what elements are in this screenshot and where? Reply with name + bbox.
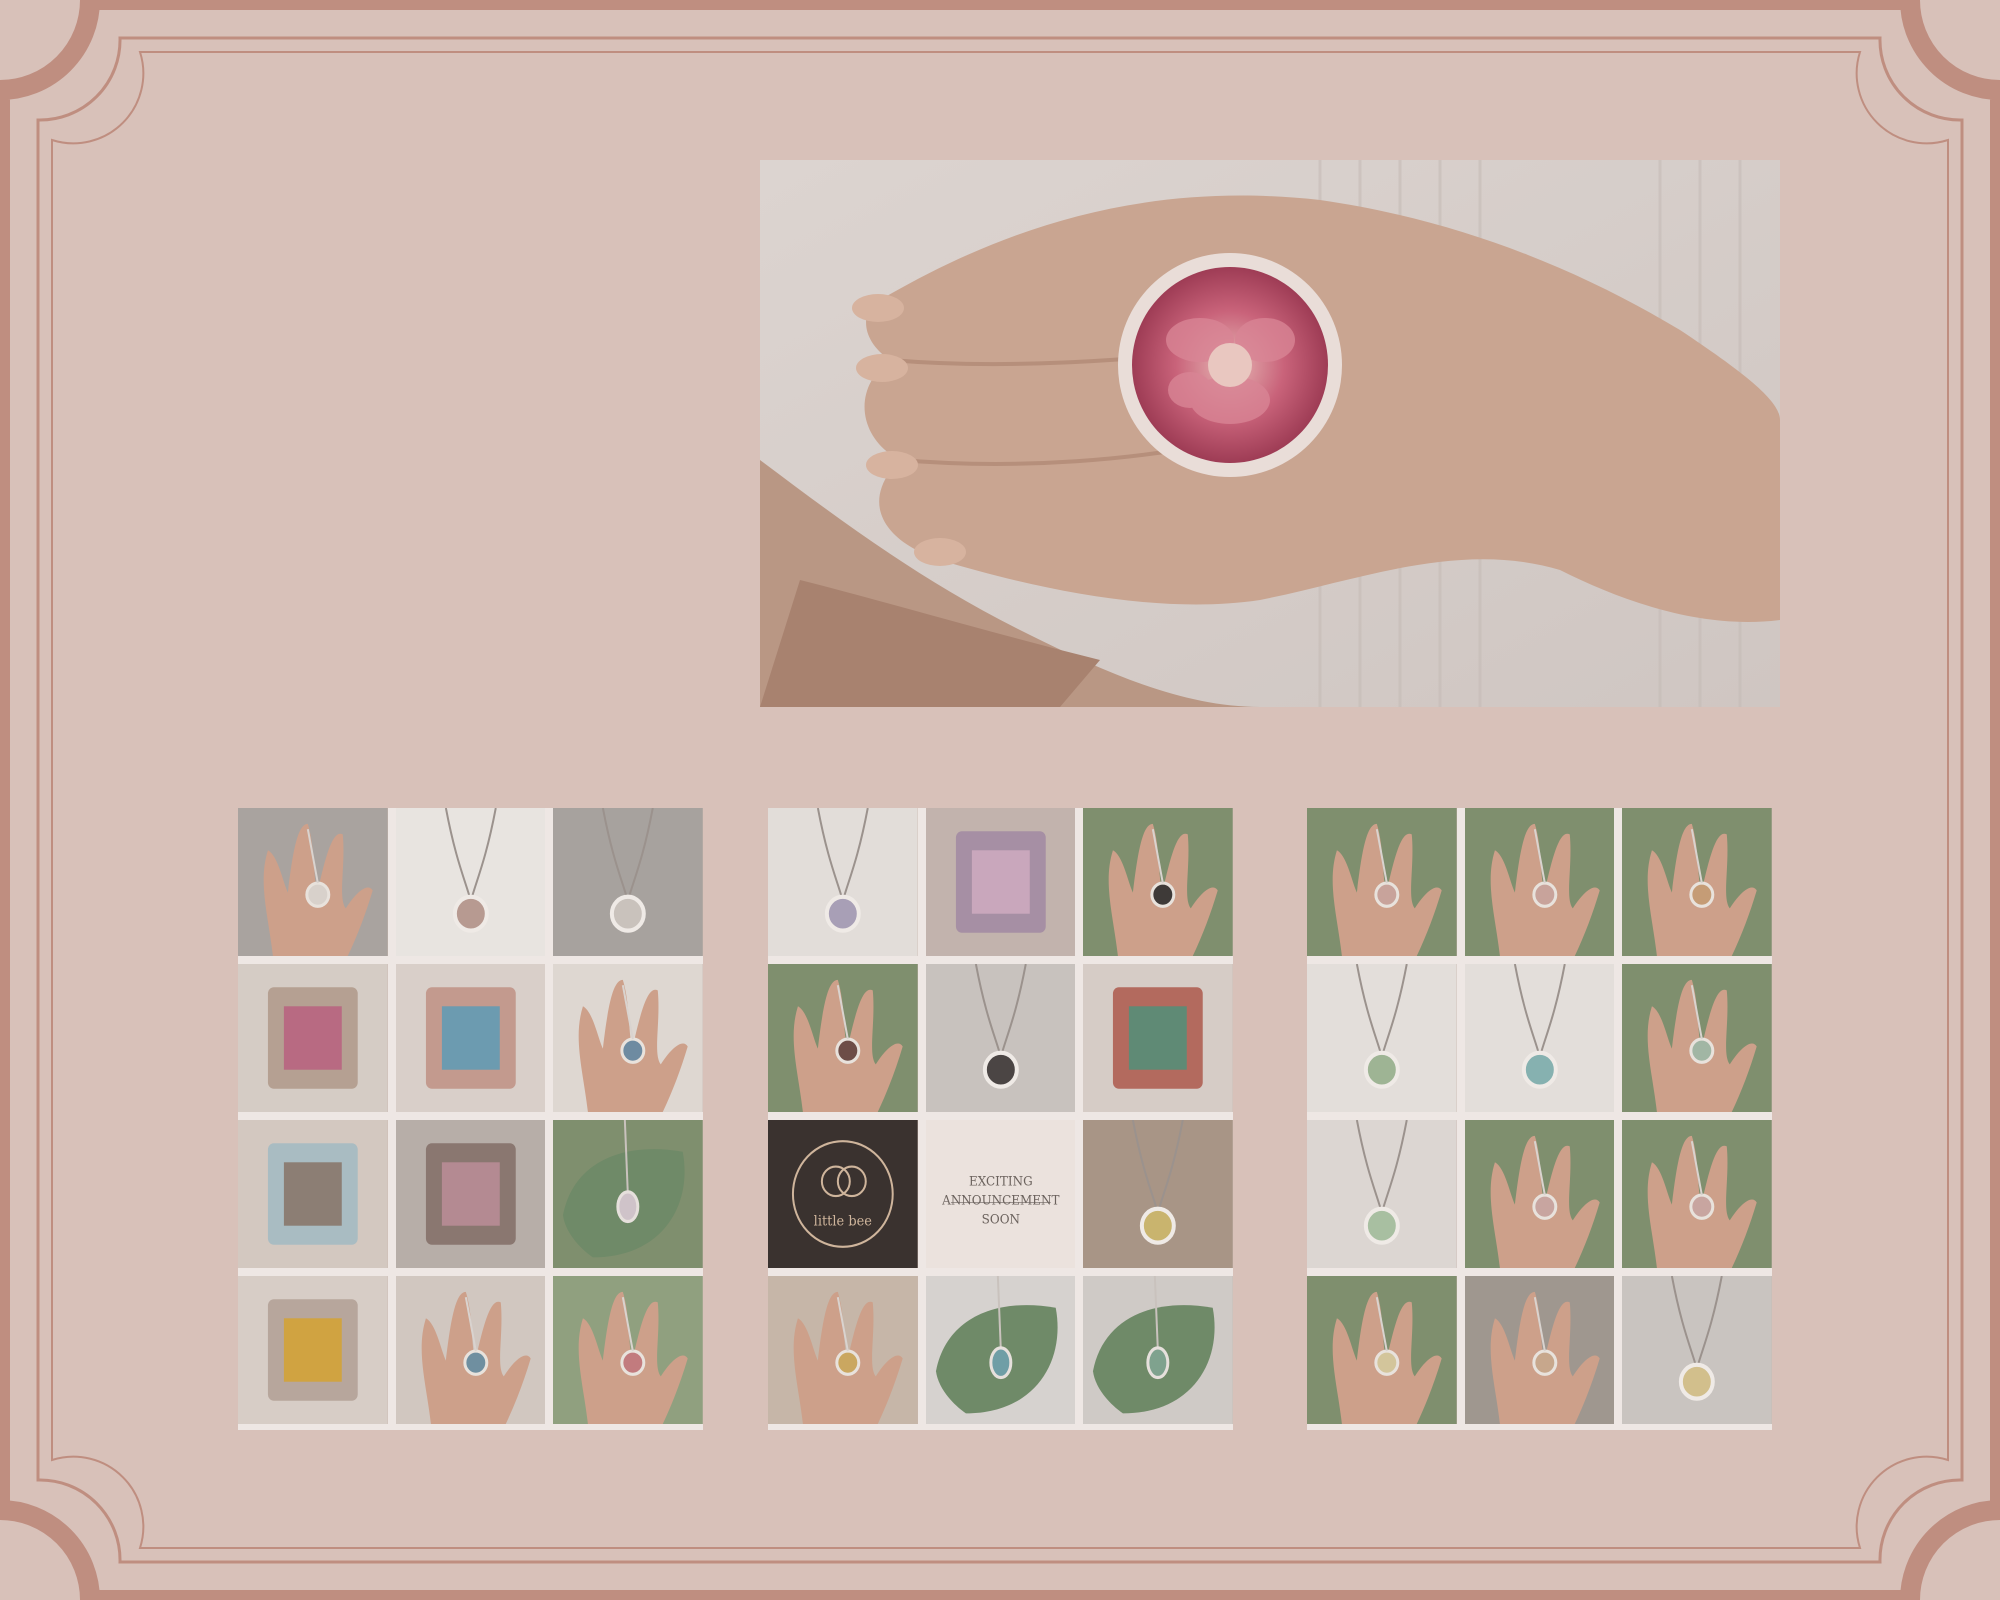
product-photo bbox=[238, 1276, 388, 1424]
product-photo-tile bbox=[1307, 964, 1457, 1112]
product-photo-tile: little bee bbox=[768, 1120, 918, 1268]
product-photo bbox=[1464, 964, 1615, 1112]
product-photo bbox=[1622, 1120, 1772, 1268]
product-photo-tile bbox=[395, 1276, 546, 1424]
product-photo-tile bbox=[1622, 1120, 1772, 1268]
product-photo-tile bbox=[1307, 808, 1457, 956]
product-photo-tile bbox=[1083, 1276, 1233, 1424]
product-photo bbox=[925, 964, 1076, 1112]
product-photo-tile bbox=[925, 964, 1076, 1112]
product-photo-tile bbox=[553, 964, 703, 1112]
product-photo-tile bbox=[1622, 1276, 1772, 1424]
product-photo-tile bbox=[768, 808, 918, 956]
product-photo bbox=[553, 1276, 703, 1424]
jewelry-grid-left bbox=[238, 808, 703, 1430]
product-photo-tile bbox=[238, 1276, 388, 1424]
product-photo-tile bbox=[1083, 964, 1233, 1112]
product-photo-tile: EXCITING ANNOUNCEMENT SOON bbox=[925, 1120, 1076, 1268]
product-photo-tile bbox=[1083, 808, 1233, 956]
product-photo-tile bbox=[238, 1120, 388, 1268]
product-photo-tile bbox=[1464, 1120, 1615, 1268]
product-photo bbox=[768, 1276, 918, 1424]
product-photo bbox=[768, 808, 918, 956]
product-photo bbox=[1083, 1276, 1233, 1424]
product-photo bbox=[1307, 808, 1457, 956]
announcement-text-line: SOON bbox=[981, 1212, 1019, 1226]
product-photo-tile bbox=[1307, 1276, 1457, 1424]
product-photo bbox=[1622, 964, 1772, 1112]
product-photo bbox=[553, 808, 703, 956]
product-photo-tile bbox=[925, 1276, 1076, 1424]
jewelry-grid-middle: little bee EXCITING ANNOUNCEMENT SOON bbox=[768, 808, 1233, 1430]
product-photo bbox=[238, 808, 388, 956]
product-photo bbox=[553, 1120, 703, 1268]
product-photo bbox=[395, 1276, 546, 1424]
product-photo-tile bbox=[395, 808, 546, 956]
product-photo bbox=[1307, 964, 1457, 1112]
product-photo bbox=[1464, 808, 1615, 956]
product-photo bbox=[1307, 1120, 1457, 1268]
product-photo-tile bbox=[553, 808, 703, 956]
product-photo bbox=[768, 964, 918, 1112]
product-photo bbox=[395, 1120, 546, 1268]
product-photo-tile bbox=[395, 964, 546, 1112]
product-photo bbox=[553, 964, 703, 1112]
product-photo-tile bbox=[1464, 964, 1615, 1112]
product-photo-tile bbox=[1464, 808, 1615, 956]
product-photo bbox=[395, 808, 546, 956]
product-photo: little bee bbox=[768, 1120, 918, 1268]
product-photo-tile bbox=[1622, 964, 1772, 1112]
product-photo bbox=[1622, 808, 1772, 956]
announcement-text-line: EXCITING bbox=[969, 1174, 1033, 1188]
product-photo bbox=[238, 1120, 388, 1268]
hero-ring-photo bbox=[760, 160, 1780, 707]
product-photo bbox=[925, 1276, 1076, 1424]
product-photo-tile bbox=[1307, 1120, 1457, 1268]
product-photo bbox=[1464, 1276, 1615, 1424]
jewelry-grid-right bbox=[1307, 808, 1772, 1430]
product-photo-tile bbox=[1464, 1276, 1615, 1424]
product-photo bbox=[1083, 964, 1233, 1112]
product-photo: EXCITING ANNOUNCEMENT SOON bbox=[925, 1120, 1076, 1268]
product-photo bbox=[1083, 1120, 1233, 1268]
brand-logo-text: little bee bbox=[814, 1214, 872, 1229]
product-photo-tile bbox=[1083, 1120, 1233, 1268]
product-photo bbox=[1464, 1120, 1615, 1268]
product-photo bbox=[238, 964, 388, 1112]
product-photo-tile bbox=[238, 808, 388, 956]
product-photo-tile bbox=[395, 1120, 546, 1268]
product-collage-page: little bee EXCITING ANNOUNCEMENT SOON bbox=[0, 0, 2000, 1600]
product-photo-tile bbox=[1622, 808, 1772, 956]
product-photo bbox=[925, 808, 1076, 956]
product-photo-tile bbox=[925, 808, 1076, 956]
product-photo bbox=[395, 964, 546, 1112]
product-photo-tile bbox=[553, 1276, 703, 1424]
announcement-text-line: ANNOUNCEMENT bbox=[941, 1193, 1060, 1207]
product-photo-tile bbox=[768, 1276, 918, 1424]
product-photo bbox=[1307, 1276, 1457, 1424]
product-photo bbox=[1622, 1276, 1772, 1424]
product-photo-tile bbox=[768, 964, 918, 1112]
product-photo-tile bbox=[553, 1120, 703, 1268]
ring-on-hand-illustration bbox=[760, 160, 1780, 707]
product-photo bbox=[1083, 808, 1233, 956]
product-photo-tile bbox=[238, 964, 388, 1112]
